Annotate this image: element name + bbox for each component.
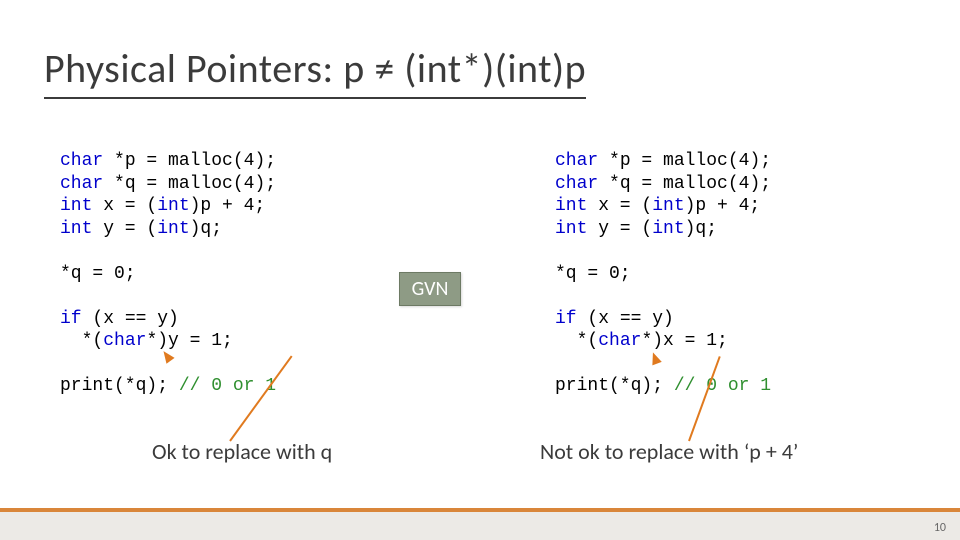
code-token: char (555, 151, 598, 171)
code-token: x = ( (92, 196, 157, 216)
code-token: print(*q); (555, 376, 674, 396)
code-token: // 0 or 1 (179, 376, 276, 396)
code-token: print(*q); (60, 376, 179, 396)
code-token: int (157, 219, 189, 239)
code-token: )q; (190, 219, 222, 239)
code-token: y = ( (92, 219, 157, 239)
code-token: char (598, 331, 641, 351)
code-token: if (60, 309, 82, 329)
slide-title-text: Physical Pointers: p ≠ (int*)(int)p (44, 44, 586, 99)
code-token: int (60, 196, 92, 216)
code-token: *p = malloc(4); (103, 151, 276, 171)
code-token: *q = 0; (60, 264, 136, 284)
code-token: *( (60, 331, 103, 351)
code-token: int (555, 196, 587, 216)
page-number: 10 (934, 521, 946, 535)
gvn-label: GVN (412, 277, 449, 301)
code-block-right: char *p = malloc(4); char *q = malloc(4)… (555, 150, 771, 398)
code-token: *)y = 1; (146, 331, 232, 351)
code-token: *q = malloc(4); (103, 174, 276, 194)
code-token: *( (555, 331, 598, 351)
code-token: *p = malloc(4); (598, 151, 771, 171)
code-token: int (157, 196, 189, 216)
code-token: char (103, 331, 146, 351)
slide-title: Physical Pointers: p ≠ (int*)(int)p (44, 44, 586, 99)
code-token: )p + 4; (685, 196, 761, 216)
code-token: int (652, 196, 684, 216)
code-token: y = ( (587, 219, 652, 239)
code-token: *q = 0; (555, 264, 631, 284)
code-token: )p + 4; (190, 196, 266, 216)
code-token: x = ( (587, 196, 652, 216)
gvn-label-box: GVN (399, 272, 461, 306)
code-token: *q = malloc(4); (598, 174, 771, 194)
code-token: int (652, 219, 684, 239)
code-token: )q; (685, 219, 717, 239)
code-token: *)x = 1; (641, 331, 727, 351)
caption-right: Not ok to replace with ‘p + 4’ (540, 438, 798, 465)
code-token: (x == y) (82, 309, 179, 329)
code-token: (x == y) (577, 309, 674, 329)
caption-left: Ok to replace with q (152, 438, 332, 465)
code-token: // 0 or 1 (674, 376, 771, 396)
code-token: if (555, 309, 577, 329)
code-token: char (60, 151, 103, 171)
code-token: int (555, 219, 587, 239)
footer-bar: 10 (0, 508, 960, 540)
code-token: int (60, 219, 92, 239)
code-token: char (60, 174, 103, 194)
code-token: char (555, 174, 598, 194)
